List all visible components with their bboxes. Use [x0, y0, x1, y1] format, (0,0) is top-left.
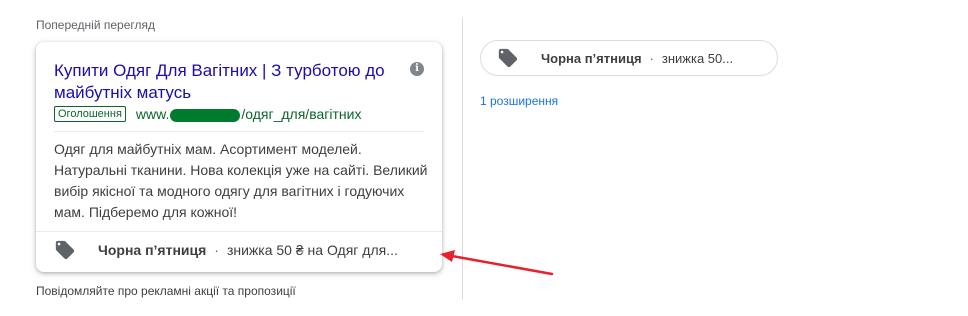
arrow-head — [440, 250, 455, 262]
annotation-arrow — [440, 250, 554, 276]
